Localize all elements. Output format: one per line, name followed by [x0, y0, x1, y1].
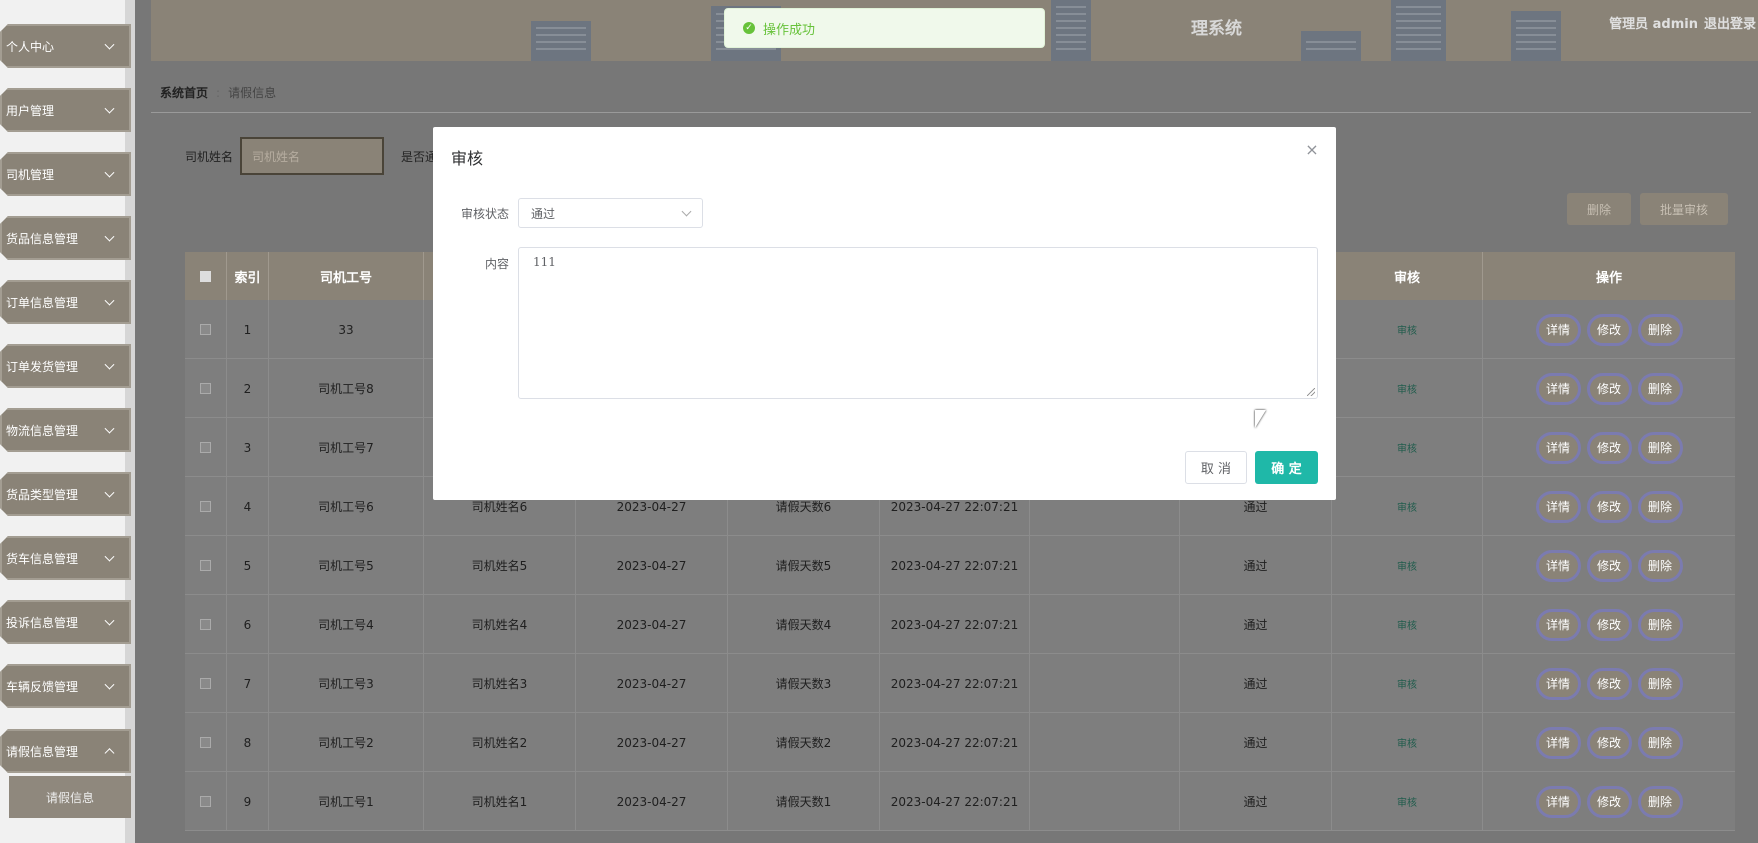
- dialog-title: 审核: [451, 149, 484, 168]
- audit-status-value: 通过: [531, 206, 556, 221]
- resize-handle-icon[interactable]: [1307, 388, 1315, 396]
- content-text: 111: [533, 255, 556, 269]
- close-icon[interactable]: ×: [1302, 139, 1322, 159]
- chevron-down-icon: [681, 206, 692, 217]
- mouse-cursor-icon: [1255, 410, 1266, 428]
- check-circle-icon: ✓: [743, 22, 755, 34]
- confirm-button[interactable]: 确 定: [1255, 451, 1318, 484]
- audit-status-select[interactable]: 通过: [518, 198, 703, 228]
- audit-status-label: 审核状态: [460, 207, 509, 221]
- content-textarea[interactable]: 111: [518, 247, 1318, 399]
- success-toast: ✓ 操作成功: [724, 8, 1045, 48]
- audit-dialog: 审核 × 审核状态 通过 内容 111 取 消 确 定: [433, 127, 1336, 500]
- content-label: 内容: [484, 257, 509, 271]
- toast-message: 操作成功: [763, 22, 816, 38]
- cancel-button[interactable]: 取 消: [1185, 451, 1247, 484]
